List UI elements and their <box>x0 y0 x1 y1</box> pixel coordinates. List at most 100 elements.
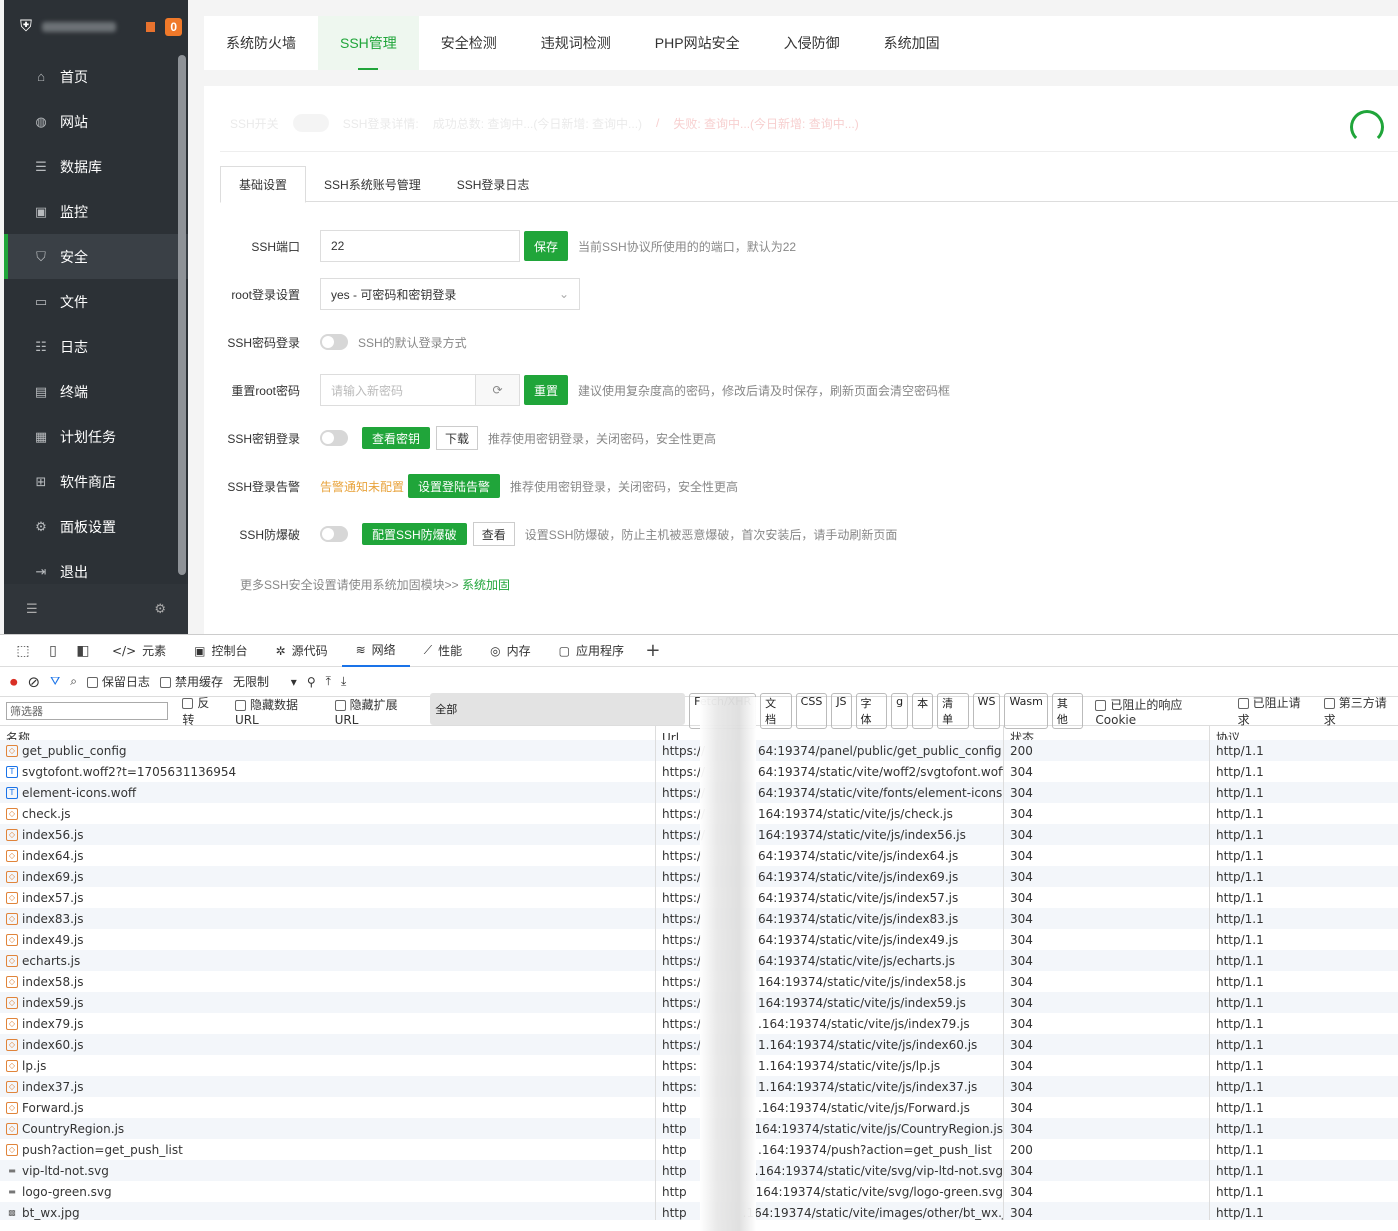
table-row[interactable]: ◇ Forward.js http .164:19374/static/vite/js… <box>0 1097 1398 1118</box>
ssh-port-input[interactable]: 22 <box>320 230 520 262</box>
sidebar-item-9[interactable]: ⊞ 软件商店 <box>4 459 188 504</box>
tab-5[interactable]: 入侵防御 <box>762 16 862 70</box>
table-row[interactable]: ◇ index37.js https: 1.164:19374/static/vite… <box>0 1076 1398 1097</box>
devtools-tab-0[interactable]: </> 元素 <box>98 635 180 667</box>
table-row[interactable]: ◇ index60.js https:/ 1.164:19374/static/vit… <box>0 1034 1398 1055</box>
tab-6[interactable]: 系统加固 <box>862 16 962 70</box>
sidebar-scrollbar[interactable] <box>178 55 186 575</box>
key-login-toggle[interactable] <box>320 430 348 446</box>
filter-chip-4[interactable]: JS <box>831 693 852 729</box>
ssh-switch-toggle[interactable] <box>292 114 329 132</box>
disable-cache-checkbox[interactable]: 禁用缓存 <box>159 673 223 690</box>
sidebar-item-6[interactable]: ☷ 日志 <box>4 324 188 369</box>
table-row[interactable]: ◇ index56.js https:// 164:19374/static/vite… <box>0 824 1398 845</box>
filter-icon[interactable]: ⛛ <box>50 674 60 689</box>
table-row[interactable]: ◇ check.js https:// 164:19374/static/vite/j… <box>0 803 1398 824</box>
brute-force-toggle[interactable] <box>320 526 348 542</box>
table-row[interactable]: ◇ push?action=get_push_list http .164:19374… <box>0 1139 1398 1160</box>
new-password-input[interactable]: 请输入新密码 <box>320 374 476 406</box>
tab-1[interactable]: SSH管理 <box>318 16 419 70</box>
filter-chip-10[interactable]: Wasm <box>1004 693 1048 729</box>
record-icon[interactable]: ⏺ <box>10 673 18 691</box>
sidebar-item-10[interactable]: ⚙ 面板设置 <box>4 504 188 549</box>
preserve-log-checkbox[interactable]: 保留日志 <box>86 673 150 690</box>
filter-chip-3[interactable]: CSS <box>795 693 828 729</box>
table-row[interactable]: ◇ lp.js https: 1.164:19374/static/vite/js/l… <box>0 1055 1398 1076</box>
filter-chip-2[interactable]: 文档 <box>760 693 792 729</box>
table-row[interactable]: ◇ index79.js https:/ .164:19374/static/vite… <box>0 1013 1398 1034</box>
device-toggle-icon[interactable]: ▯ <box>38 643 68 659</box>
refresh-icon[interactable]: ⟳ <box>476 374 520 406</box>
sidebar-item-2[interactable]: ☰ 数据库 <box>4 144 188 189</box>
table-row[interactable]: ◇ get_public_config https:// 64:19374/panel… <box>0 740 1398 761</box>
gear-icon[interactable]: ⚙ <box>154 601 166 617</box>
search-icon[interactable]: ⌕ <box>70 674 77 689</box>
table-row[interactable]: ◇ index57.js https:/ 64:19374/static/vite/j… <box>0 887 1398 908</box>
reset-button[interactable]: 重置 <box>524 375 569 405</box>
table-row[interactable]: ◇ index59.js https:/ 164:19374/static/vite/… <box>0 992 1398 1013</box>
devtools-tab-3[interactable]: ≋ 网络 <box>341 635 410 667</box>
tab-3[interactable]: 违规词检测 <box>519 16 633 70</box>
table-row[interactable]: ◇ index58.js https:/ 164:19374/static/vite/… <box>0 971 1398 992</box>
notification-badge[interactable]: 0 <box>165 18 182 36</box>
sidebar-item-0[interactable]: ⌂ 首页 <box>4 54 188 99</box>
table-row[interactable]: ◇ echarts.js https:/ 64:19374/static/vite/j… <box>0 950 1398 971</box>
network-conditions-icon[interactable]: ⚲ <box>307 675 316 689</box>
third-party-checkbox[interactable]: 第三方请求 <box>1323 694 1398 728</box>
table-row[interactable]: ◇ index83.js https:/ 64:19374/static/vite/j… <box>0 908 1398 929</box>
throttle-select[interactable]: 无限制 ▾ <box>233 673 297 690</box>
sidebar-item-4[interactable]: ⛉ 安全 <box>4 234 188 279</box>
system-hardening-link[interactable]: 系统加固 <box>462 578 510 592</box>
inspect-icon[interactable]: ⬚ <box>8 643 38 659</box>
sidebar-item-5[interactable]: ▭ 文件 <box>4 279 188 324</box>
table-row[interactable]: ▬ logo-green.svg http .164:19374/static/vit… <box>0 1181 1398 1202</box>
table-row[interactable]: ▬ vip-ltd-not.svg http .164:19374/static/vi… <box>0 1160 1398 1181</box>
upload-icon[interactable]: ⤒ <box>326 674 331 689</box>
save-port-button[interactable]: 保存 <box>524 231 569 261</box>
view-key-button[interactable]: 查看密钥 <box>362 427 431 449</box>
blocked-cookie-checkbox[interactable]: 已阻止的响应 Cookie <box>1095 696 1225 727</box>
table-row[interactable]: ◇ index49.js https:/ 64:19374/static/vite/j… <box>0 929 1398 950</box>
sidebar-item-1[interactable]: ◍ 网站 <box>4 99 188 144</box>
table-row[interactable]: Tsvgtofont.woff2?t=1705631136954 https://… <box>0 761 1398 782</box>
filter-chip-7[interactable]: 本 <box>912 693 934 729</box>
devtools-tab-2[interactable]: ✲ 源代码 <box>262 635 342 667</box>
filter-chip-5[interactable]: 字体 <box>855 693 888 729</box>
sidebar-item-7[interactable]: ▤ 终端 <box>4 369 188 414</box>
devtools-tab-6[interactable]: ▢ 应用程序 <box>545 635 638 667</box>
download-icon[interactable]: ⤓ <box>341 674 346 689</box>
table-row[interactable]: ◇ index69.js https:/ 64:19374/static/vite/j… <box>0 866 1398 887</box>
devtools-tab-1[interactable]: ▣ 控制台 <box>180 635 261 667</box>
filter-input[interactable]: 筛选器 <box>6 702 169 720</box>
dock-icon[interactable]: ◧ <box>68 643 98 659</box>
subtab-2[interactable]: SSH登录日志 <box>439 166 548 202</box>
filter-chip-8[interactable]: 清单 <box>937 693 969 729</box>
root-login-select[interactable]: yes - 可密码和密钥登录 ⌄ <box>320 278 580 310</box>
clear-icon[interactable]: ⊘ <box>28 673 41 691</box>
devtools-tab-4[interactable]: ⟋ 性能 <box>410 635 476 667</box>
tab-0[interactable]: 系统防火墙 <box>204 16 318 70</box>
password-login-toggle[interactable] <box>320 334 348 350</box>
download-key-button[interactable]: 下载 <box>436 426 479 450</box>
subtab-1[interactable]: SSH系统账号管理 <box>306 166 439 202</box>
hide-data-url-checkbox[interactable]: 隐藏数据 URL <box>234 696 325 727</box>
set-alarm-button[interactable]: 设置登陆告警 <box>408 474 501 498</box>
view-brute-force-button[interactable]: 查看 <box>472 522 515 546</box>
filter-chip-0[interactable]: 全部 <box>430 693 686 725</box>
table-row[interactable]: ▩ bt_wx.jpg http .164:19374/static/vite/ima… <box>0 1202 1398 1220</box>
tab-2[interactable]: 安全检测 <box>419 16 519 70</box>
subtab-0[interactable]: 基础设置 <box>220 166 307 203</box>
sidebar-item-8[interactable]: ▦ 计划任务 <box>4 414 188 459</box>
table-row[interactable]: ◇ CountryRegion.js http .164:19374/static/v… <box>0 1118 1398 1139</box>
configure-brute-force-button[interactable]: 配置SSH防爆破 <box>362 523 467 545</box>
filter-chip-11[interactable]: 其他 <box>1051 693 1084 729</box>
tab-4[interactable]: PHP网站安全 <box>633 16 762 70</box>
table-row[interactable]: Telement-icons.woff https:// 64:19374/stat… <box>0 782 1398 803</box>
hide-ext-url-checkbox[interactable]: 隐藏扩展 URL <box>334 696 425 727</box>
devtools-tab-5[interactable]: ◎ 内存 <box>476 635 545 667</box>
plus-icon[interactable]: + <box>638 640 668 661</box>
filter-chip-9[interactable]: WS <box>972 693 1001 729</box>
blocked-request-checkbox[interactable]: 已阻止请求 <box>1237 694 1312 728</box>
collapse-menu-icon[interactable]: ☰ <box>26 601 38 617</box>
sidebar-item-3[interactable]: ▣ 监控 <box>4 189 188 234</box>
